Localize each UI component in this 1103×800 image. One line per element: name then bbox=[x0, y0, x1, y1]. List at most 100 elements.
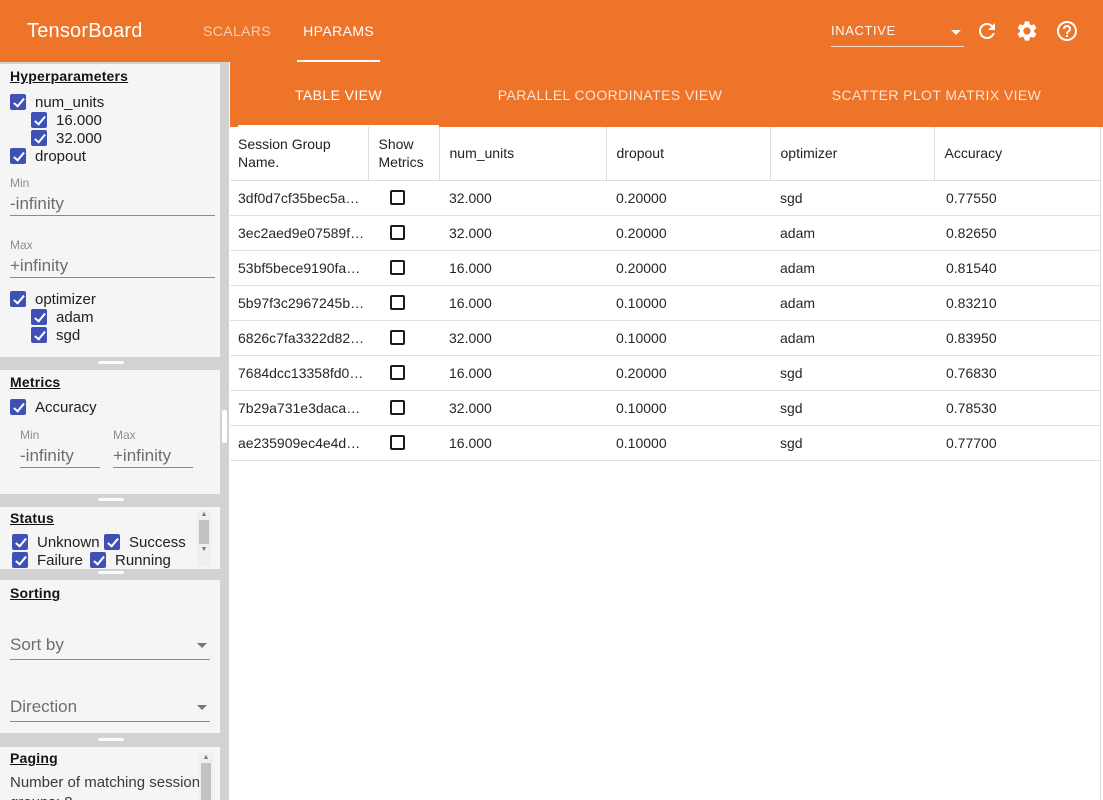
show-metrics-checkbox[interactable] bbox=[390, 225, 405, 240]
settings-icon[interactable] bbox=[1015, 19, 1039, 43]
section-resize-handle[interactable] bbox=[98, 738, 124, 741]
sidebar-scrollbar-thumb[interactable] bbox=[222, 410, 227, 443]
table-row: 53bf5bece9190fa… 16.000 0.20000 adam 0.8… bbox=[230, 250, 1100, 285]
column-header-show-metrics: Show Metrics bbox=[368, 127, 439, 180]
top-toolbar: TensorBoard SCALARS HPARAMS INACTIVE bbox=[0, 0, 1103, 62]
show-metrics-checkbox[interactable] bbox=[390, 295, 405, 310]
hparam-label-optimizer: optimizer bbox=[35, 291, 96, 308]
tab-scatter-plot-matrix-view[interactable]: SCATTER PLOT MATRIX VIEW bbox=[773, 62, 1100, 127]
sort-by-placeholder: Sort by bbox=[10, 634, 210, 656]
hparam-value-adam: adam bbox=[56, 309, 94, 326]
checkbox-num-units-32[interactable] bbox=[31, 130, 47, 146]
dropout-value: 0.10000 bbox=[606, 320, 770, 355]
dropout-value: 0.10000 bbox=[606, 390, 770, 425]
accuracy-value: 0.82650 bbox=[934, 215, 1100, 250]
show-metrics-checkbox[interactable] bbox=[390, 435, 405, 450]
session-group-name: 3ec2aed9e07589f… bbox=[230, 215, 368, 250]
accuracy-value: 0.77700 bbox=[934, 425, 1100, 460]
sorting-section: Sorting Sort by Direction bbox=[0, 580, 220, 733]
num-units-value: 16.000 bbox=[439, 355, 606, 390]
table-header-row: Session Group Name. Show Metrics num_uni… bbox=[230, 127, 1100, 180]
tab-table-view[interactable]: TABLE VIEW bbox=[230, 62, 447, 127]
column-header-num-units: num_units bbox=[439, 127, 606, 180]
chevron-down-icon bbox=[197, 643, 207, 648]
optimizer-value: sgd bbox=[770, 180, 934, 215]
optimizer-value: adam bbox=[770, 285, 934, 320]
status-section: Status Unknown Success Failure Running ▲… bbox=[0, 507, 220, 569]
num-units-value: 32.000 bbox=[439, 320, 606, 355]
checkbox-status-unknown[interactable] bbox=[12, 534, 28, 550]
scrollbar-thumb[interactable] bbox=[201, 763, 211, 800]
checkbox-status-running[interactable] bbox=[90, 552, 106, 568]
metric-max-input[interactable]: +infinity bbox=[113, 444, 193, 468]
status-select[interactable]: INACTIVE bbox=[831, 20, 964, 47]
section-resize-handle[interactable] bbox=[98, 361, 124, 364]
status-title: Status bbox=[10, 510, 54, 526]
sort-by-dropdown[interactable]: Sort by bbox=[10, 634, 210, 660]
tab-parallel-coordinates-view[interactable]: PARALLEL COORDINATES VIEW bbox=[447, 62, 773, 127]
show-metrics-checkbox[interactable] bbox=[390, 330, 405, 345]
table-row: 7b29a731e3daca… 32.000 0.10000 sgd 0.785… bbox=[230, 390, 1100, 425]
column-header-optimizer: optimizer bbox=[770, 127, 934, 180]
dropout-value: 0.20000 bbox=[606, 180, 770, 215]
metrics-title: Metrics bbox=[10, 374, 60, 390]
checkbox-optimizer-sgd[interactable] bbox=[31, 327, 47, 343]
scroll-down-icon[interactable]: ▼ bbox=[201, 545, 208, 554]
dropout-value: 0.10000 bbox=[606, 285, 770, 320]
paging-title: Paging bbox=[10, 750, 58, 766]
status-scrollbar[interactable]: ▲ ▼ bbox=[197, 510, 211, 566]
status-label-unknown: Unknown bbox=[37, 534, 95, 551]
status-label-running: Running bbox=[115, 552, 171, 569]
help-icon[interactable] bbox=[1055, 19, 1079, 43]
chevron-down-icon bbox=[197, 705, 207, 710]
status-label-failure: Failure bbox=[37, 552, 81, 569]
checkbox-dropout[interactable] bbox=[10, 148, 26, 164]
scroll-up-icon[interactable]: ▲ bbox=[203, 753, 210, 762]
chevron-down-icon bbox=[951, 30, 961, 35]
checkbox-status-failure[interactable] bbox=[12, 552, 28, 568]
checkbox-optimizer-adam[interactable] bbox=[31, 309, 47, 325]
metrics-section: Metrics Accuracy Min -infinity Max +infi… bbox=[0, 370, 220, 494]
session-group-name: ae235909ec4e4d… bbox=[230, 425, 368, 460]
direction-dropdown[interactable]: Direction bbox=[10, 696, 210, 722]
app-title: TensorBoard bbox=[27, 0, 143, 62]
show-metrics-checkbox[interactable] bbox=[390, 365, 405, 380]
dropout-value: 0.20000 bbox=[606, 355, 770, 390]
accuracy-value: 0.83210 bbox=[934, 285, 1100, 320]
optimizer-value: adam bbox=[770, 215, 934, 250]
num-units-value: 16.000 bbox=[439, 425, 606, 460]
show-metrics-checkbox[interactable] bbox=[390, 260, 405, 275]
tab-hparams[interactable]: HPARAMS bbox=[287, 0, 390, 62]
section-resize-handle[interactable] bbox=[98, 498, 124, 501]
session-group-name: 6826c7fa3322d82… bbox=[230, 320, 368, 355]
show-metrics-checkbox[interactable] bbox=[390, 190, 405, 205]
plugin-tabs: SCALARS HPARAMS bbox=[187, 0, 390, 62]
scrollbar-thumb[interactable] bbox=[199, 520, 209, 544]
num-units-value: 32.000 bbox=[439, 390, 606, 425]
checkbox-num-units[interactable] bbox=[10, 94, 26, 110]
tab-scalars[interactable]: SCALARS bbox=[187, 0, 287, 62]
table-row: 6826c7fa3322d82… 32.000 0.10000 adam 0.8… bbox=[230, 320, 1100, 355]
checkbox-accuracy[interactable] bbox=[10, 399, 26, 415]
column-header-dropout: dropout bbox=[606, 127, 770, 180]
content-divider bbox=[1100, 127, 1101, 800]
column-header-session-group-name: Session Group Name. bbox=[230, 127, 368, 180]
checkbox-optimizer[interactable] bbox=[10, 291, 26, 307]
scroll-up-icon[interactable]: ▲ bbox=[201, 510, 208, 519]
metric-min-input[interactable]: -infinity bbox=[20, 444, 100, 468]
checkbox-status-success[interactable] bbox=[104, 534, 120, 550]
accuracy-value: 0.81540 bbox=[934, 250, 1100, 285]
checkbox-num-units-16[interactable] bbox=[31, 112, 47, 128]
session-group-name: 53bf5bece9190fa… bbox=[230, 250, 368, 285]
accuracy-value: 0.77550 bbox=[934, 180, 1100, 215]
dropout-min-input[interactable]: -infinity bbox=[10, 192, 215, 216]
dropout-max-input[interactable]: +infinity bbox=[10, 254, 215, 278]
session-group-name: 3df0d7cf35bec5a… bbox=[230, 180, 368, 215]
table-row: 3df0d7cf35bec5a… 32.000 0.20000 sgd 0.77… bbox=[230, 180, 1100, 215]
paging-scrollbar[interactable]: ▲ bbox=[199, 753, 213, 800]
section-resize-handle[interactable] bbox=[98, 571, 124, 574]
show-metrics-checkbox[interactable] bbox=[390, 400, 405, 415]
status-label-success: Success bbox=[129, 534, 186, 551]
refresh-icon[interactable] bbox=[975, 19, 999, 43]
dropout-value: 0.20000 bbox=[606, 215, 770, 250]
